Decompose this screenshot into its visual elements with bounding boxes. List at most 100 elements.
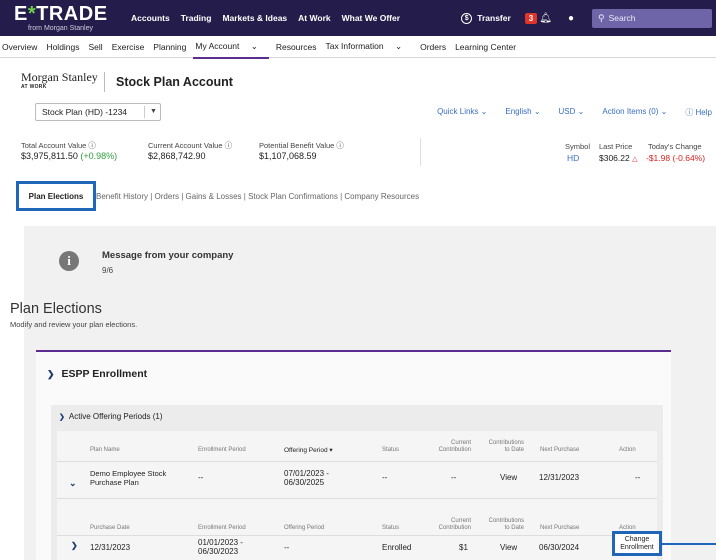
transfer-button[interactable]: $ Transfer [461, 12, 511, 24]
col-plan-name: Plan Name [90, 447, 120, 453]
brand-name: E*TRADE [14, 3, 108, 25]
subnav-orders[interactable]: Orders [420, 42, 446, 52]
bell-icon[interactable]: △ [632, 156, 637, 163]
quick-links-dropdown[interactable]: Quick Links ⌄ [437, 107, 487, 118]
nav-what-we-offer[interactable]: What We Offer [342, 13, 400, 23]
active-offering-periods-title: Active Offering Periods (1) [68, 412, 163, 421]
col-offering-period-sort[interactable]: Offering Period ▾ [284, 447, 333, 454]
subnav-holdings[interactable]: Holdings [46, 42, 79, 52]
total-value-amount: $3,975,811.50 [21, 151, 78, 161]
current-account-value: $2,868,742.90 [148, 151, 206, 161]
offering-periods-table: Plan Name Enrollment Period Offering Per… [57, 431, 657, 560]
select-divider [144, 106, 145, 118]
nav-markets-ideas[interactable]: Markets & Ideas [222, 13, 287, 23]
plan-enrollment-period-cell: -- [198, 473, 204, 482]
callout-pointer-line [662, 543, 716, 545]
chevron-down-icon: ❯ [47, 368, 55, 379]
col-offering-period: Offering Period [284, 525, 325, 531]
action-items-dropdown[interactable]: Action Items (0) ⌄ [602, 107, 667, 118]
app-window: E*TRADE from Morgan Stanley Accounts Tra… [0, 0, 716, 560]
account-selected-value: Stock Plan (HD) -1234 [42, 107, 128, 117]
page-title: Stock Plan Account [116, 75, 233, 89]
purchase-contributions-view-link[interactable]: View [500, 543, 517, 553]
bell-icon[interactable]: 🔔︎ [539, 13, 552, 24]
chevron-down-icon: ⌄ [394, 41, 403, 51]
col-contributions-to-date: Contributions to Date [488, 440, 524, 453]
plan-elections-subtitle: Modify and review your plan elections. [10, 320, 138, 329]
search-input[interactable]: ⚲ Search [592, 8, 712, 28]
potential-benefit-value-label: Potential Benefit Value ⓘ [259, 141, 344, 150]
brand-subtitle: from Morgan Stanley [28, 25, 93, 32]
active-offering-periods-toggle[interactable]: ❯ Active Offering Periods (1) [59, 412, 163, 421]
symbol-link[interactable]: HD [567, 153, 579, 163]
plan-contributions-view-link[interactable]: View [500, 473, 517, 483]
col-current-contribution: Current Contribution [438, 440, 471, 453]
nav-at-work[interactable]: At Work [298, 13, 330, 23]
subnav-my-account[interactable]: My Account ⌄ [193, 41, 270, 59]
col-enrollment-period: Enrollment Period [198, 525, 246, 531]
col-contributions-to-date: Contributions to Date [488, 518, 524, 531]
subnav-overview[interactable]: Overview [2, 42, 37, 52]
todays-change: -$1.98 (-0.64%) [646, 153, 706, 163]
plan-action-cell: -- [635, 473, 641, 482]
etrade-logo[interactable]: E*TRADE from Morgan Stanley [14, 3, 134, 33]
help-link[interactable]: ⓘ Help [685, 107, 712, 118]
subnav-resources[interactable]: Resources [276, 42, 317, 52]
plan-current-contribution-cell: -- [451, 473, 457, 482]
search-placeholder: Search [608, 13, 636, 23]
caret-down-icon: ▼ [150, 108, 157, 115]
subnav-tax-information[interactable]: Tax Information ⌄ [325, 41, 411, 52]
chevron-right-icon[interactable]: ❯ [71, 541, 78, 550]
total-account-value: $3,975,811.50 (+0.98%) [21, 151, 117, 161]
chevron-down-icon[interactable]: ⌄ [69, 478, 77, 489]
change-enrollment-button[interactable]: Change Enrollment [612, 531, 662, 556]
row-divider [57, 461, 657, 462]
purchase-date-cell: 12/31/2023 [90, 543, 131, 552]
total-value-change: (+0.98%) [80, 151, 118, 161]
subnav-my-account-label: My Account [195, 41, 240, 51]
quick-links-bar: Quick Links ⌄ English ⌄ USD ⌄ Action Ite… [419, 107, 712, 118]
last-price-label: Last Price [599, 142, 633, 151]
user-icon[interactable]: ● [568, 13, 574, 24]
last-price: $306.22 △ [599, 153, 638, 163]
logo-divider [104, 72, 105, 92]
total-account-value-label: Total Account Value ⓘ [21, 141, 96, 150]
plan-status-cell: -- [382, 473, 388, 482]
purchase-current-contribution-cell: $1 [459, 543, 468, 552]
col-status: Status [382, 447, 400, 453]
alerts-count-badge[interactable]: 3 [524, 12, 538, 24]
subnav-sell[interactable]: Sell [89, 42, 103, 52]
transfer-label: Transfer [477, 13, 511, 23]
nav-accounts[interactable]: Accounts [131, 13, 170, 23]
company-message-date: 9/6 [102, 266, 114, 275]
top-right-tools: $ Transfer 3 🔔︎ ● ⚲ Search [461, 0, 716, 36]
nav-trading[interactable]: Trading [181, 13, 212, 23]
transfer-icon: $ [461, 12, 473, 24]
chevron-down-icon: ❯ [59, 413, 65, 421]
currency-dropdown[interactable]: USD ⌄ [559, 107, 585, 118]
search-icon: ⚲ [598, 12, 605, 23]
tab-plan-elections[interactable]: Plan Elections [16, 181, 96, 211]
espp-enrollment-card: ❯ ESPP Enrollment ❯ Active Offering Peri… [36, 350, 671, 560]
espp-enrollment-toggle[interactable]: ❯ ESPP Enrollment [47, 368, 147, 380]
purchase-status-cell: Enrolled [382, 543, 412, 552]
espp-enrollment-title: ESPP Enrollment [61, 368, 148, 380]
other-tabs[interactable]: Benefit History | Orders | Gains & Losse… [96, 192, 419, 201]
col-enrollment-period: Enrollment Period [198, 447, 246, 453]
morgan-stanley-logo: Morgan Stanley AT WORK [21, 71, 98, 91]
purchase-offering-period-cell: -- [284, 543, 290, 552]
active-offering-periods-card: ❯ Active Offering Periods (1) Plan Name … [51, 405, 663, 560]
todays-change-label: Today's Change [648, 142, 702, 151]
subnav-tax-information-label: Tax Information [325, 41, 384, 51]
subnav-exercise[interactable]: Exercise [112, 42, 145, 52]
info-icon: i [59, 251, 79, 271]
account-selector[interactable]: Stock Plan (HD) -1234 ▼ [35, 103, 161, 121]
symbol-label: Symbol [565, 142, 591, 151]
chevron-down-icon: ⌄ [250, 41, 258, 51]
subnav-learning-center[interactable]: Learning Center [455, 42, 516, 52]
top-navigation-bar: E*TRADE from Morgan Stanley Accounts Tra… [0, 0, 716, 36]
section-tabs: Plan Elections Benefit History | Orders … [16, 181, 716, 211]
subnav-planning[interactable]: Planning [153, 42, 186, 52]
language-dropdown[interactable]: English ⌄ [505, 107, 540, 118]
company-message-title: Message from your company [102, 250, 234, 261]
